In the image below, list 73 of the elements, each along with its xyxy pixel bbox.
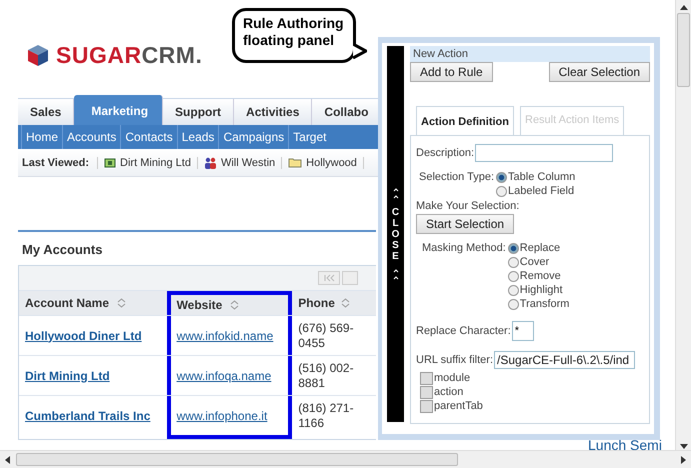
option-label: Labeled Field <box>508 184 574 198</box>
checkbox[interactable] <box>420 372 433 384</box>
option-label: Highlight <box>520 283 563 297</box>
scroll-right-icon[interactable] <box>681 456 687 464</box>
people-icon <box>204 156 217 168</box>
radio-button[interactable] <box>508 298 519 310</box>
radio-button[interactable] <box>508 270 519 282</box>
first-page-icon[interactable] <box>318 271 340 285</box>
option-label: action <box>434 385 464 399</box>
field-label: Masking Method: <box>422 241 507 256</box>
cube-logo-icon <box>26 43 50 67</box>
sort-icon <box>117 298 126 308</box>
event-link[interactable]: Lunch Semi <box>588 437 662 450</box>
field-label: Description: <box>416 147 474 159</box>
option-label: Transform <box>520 297 570 311</box>
checkbox[interactable] <box>420 400 433 412</box>
field-label: Make Your Selection: <box>416 200 520 212</box>
checkbox[interactable] <box>420 386 433 398</box>
url-filter-field[interactable]: /SugarCE-Full-6\.2\.5/ind <box>494 351 636 369</box>
action-button[interactable]: Clear Selection <box>548 62 650 82</box>
start-selection-button[interactable]: Start Selection <box>416 214 514 234</box>
dashlet-title: My Accounts <box>21 241 104 259</box>
scroll-up-icon[interactable] <box>680 4 688 10</box>
action-button[interactable]: Add to Rule <box>410 62 493 82</box>
column-header[interactable]: Account Name <box>19 291 167 315</box>
vertical-scrollbar[interactable] <box>675 0 691 450</box>
field-label: Selection Type: <box>419 170 496 185</box>
option-label: Remove <box>520 269 561 283</box>
scroll-thumb[interactable] <box>16 453 458 466</box>
phone-text: (516) 002-8881 <box>298 360 354 390</box>
phone-text: (816) 271-1166 <box>298 400 354 430</box>
sort-icon <box>230 300 240 310</box>
caret-up-icon <box>392 186 398 200</box>
scroll-thumb[interactable] <box>677 13 690 87</box>
panel-header: New Action <box>410 46 650 62</box>
website-link[interactable]: www.infokid.name <box>176 328 274 342</box>
close-bar[interactable]: CLOSE <box>387 46 404 422</box>
callout-text: Rule Authoring floating panel <box>243 15 345 49</box>
money-icon <box>104 156 116 168</box>
option-label: Table Column <box>508 170 576 184</box>
option-label: Cover <box>520 255 550 269</box>
option-label: module <box>434 371 470 385</box>
radio-button[interactable] <box>496 186 508 196</box>
radio-button[interactable] <box>496 172 508 182</box>
phone-text: (676) 569-0455 <box>298 320 354 350</box>
last-viewed-label: Last Viewed: <box>18 156 98 168</box>
account-link[interactable]: Dirt Mining Ltd <box>25 368 110 382</box>
radio-button[interactable] <box>508 242 519 254</box>
radio-button[interactable] <box>508 256 519 268</box>
field-label: Replace Character: <box>416 325 511 337</box>
option-label: Replace <box>520 241 560 255</box>
recent-link[interactable]: Will Westin <box>220 156 276 168</box>
field-label: URL suffix filter: <box>416 354 494 366</box>
horizontal-scrollbar[interactable] <box>0 450 691 468</box>
column-header[interactable]: Phone <box>292 291 376 315</box>
folder-icon <box>288 157 302 168</box>
recent-link[interactable]: Dirt Mining Ltd <box>120 156 191 168</box>
radio-button[interactable] <box>508 284 519 296</box>
caret-up-icon <box>392 268 398 282</box>
account-link[interactable]: Cumberland Trails Inc <box>25 408 150 422</box>
option-label: parentTab <box>434 399 483 413</box>
description-field[interactable] <box>475 144 614 162</box>
logo-text: CRM. <box>142 42 202 68</box>
replace-character-field[interactable]: * <box>512 321 534 341</box>
scroll-left-icon[interactable] <box>4 456 10 464</box>
column-header[interactable]: Website <box>166 291 292 315</box>
website-link[interactable]: www.infoqa.name <box>176 368 272 382</box>
module-tab[interactable]: Marketing <box>74 95 164 125</box>
sort-icon <box>340 298 350 308</box>
logo-text: SUGAR <box>56 42 142 68</box>
panel-tab[interactable]: Action Definition <box>416 106 514 135</box>
recent-link[interactable]: Hollywood <box>306 156 357 168</box>
account-link[interactable]: Hollywood Diner Ltd <box>25 328 142 342</box>
